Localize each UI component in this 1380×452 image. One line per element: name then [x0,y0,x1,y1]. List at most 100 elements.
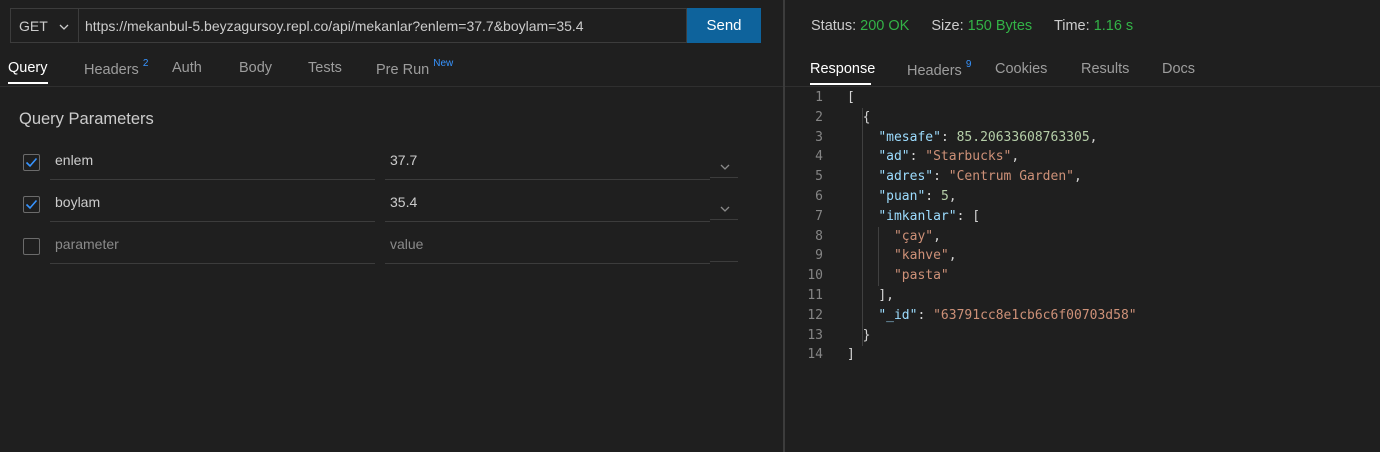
check-icon [25,157,38,168]
code-text: } [862,327,871,343]
active-tab-indicator [810,83,871,85]
tab-label: Headers [907,62,962,79]
query-parameters-title: Query Parameters [19,110,154,128]
tab-tests[interactable]: Tests [308,60,342,76]
response-pane: Status: 200 OK Size: 150 Bytes Time: 1.1… [785,0,1380,452]
check-icon [25,199,38,210]
tab-results[interactable]: Results [1081,61,1129,77]
new-param-name-input[interactable]: parameter [50,236,375,264]
line-number: 13 [807,327,823,343]
code-text: [ [847,90,855,105]
code-line: 3 "mesafe": 85.20633608763305, [785,128,1380,148]
tab-label: Docs [1162,61,1196,77]
line-number: 8 [815,228,823,244]
response-status-bar: Status: 200 OK Size: 150 Bytes Time: 1.1… [811,18,1151,34]
param-name-input[interactable]: enlem [50,152,375,180]
param-enabled-checkbox[interactable] [23,154,40,171]
code-text: "adres": "Centrum Garden", [878,169,1082,185]
new-param-row: parameter value [0,234,783,276]
code-text: "imkanlar": [ [878,208,981,224]
headers-count-badge: 2 [142,58,149,69]
request-pane: GET https://mekanbul-5.beyzagursoy.repl.… [0,0,783,452]
line-number: 3 [815,129,823,145]
code-text: ] [847,347,855,363]
time-label: Time: [1053,18,1090,34]
param-value-input[interactable]: 35.4 [385,194,710,222]
param-enabled-checkbox[interactable] [23,238,40,255]
code-text: "puan": 5, [878,188,957,204]
code-line: 7 "imkanlar": [ [785,207,1380,227]
active-tab-indicator [8,82,48,84]
tab-response[interactable]: Response [810,61,875,77]
tab-label: Query [8,60,48,76]
param-value-input[interactable]: 37.7 [385,152,710,180]
param-extra-cell [710,234,738,262]
request-tabs: Query Headers 2 Auth Body Tests Pre Run … [0,56,783,86]
response-tabs: Response Headers 9 Cookies Results Docs [785,56,1380,86]
tab-pre-run[interactable]: Pre Run New [376,58,454,78]
tab-label: Body [239,60,273,76]
code-line: 5 "adres": "Centrum Garden", [785,167,1380,187]
code-text: "pasta" [893,268,949,284]
tab-docs[interactable]: Docs [1162,61,1195,77]
url-bar: GET https://mekanbul-5.beyzagursoy.repl.… [10,8,761,43]
thunder-client-window: GET https://mekanbul-5.beyzagursoy.repl.… [0,0,1380,452]
code-line: 12 "_id": "63791cc8e1cb6c6f00703d58" [785,306,1380,326]
line-number: 2 [815,109,823,125]
chevron-down-icon [719,196,731,220]
tab-auth[interactable]: Auth [172,60,202,76]
code-text: "çay", [893,228,941,244]
line-number: 6 [815,188,823,204]
line-number: 10 [807,268,823,284]
divider [785,86,1380,87]
line-number: 1 [815,90,823,105]
code-line: 4 "ad": "Starbucks", [785,147,1380,167]
code-text: "_id": "63791cc8e1cb6c6f00703d58" [878,307,1137,323]
tab-label: Auth [172,60,202,76]
param-row: enlem 37.7 [0,150,783,192]
line-number: 9 [815,248,823,264]
tab-label: Tests [308,60,342,76]
tab-body[interactable]: Body [239,60,272,76]
param-row: boylam 35.4 [0,192,783,234]
code-line: 8 "çay", [785,227,1380,247]
line-number: 4 [815,149,823,165]
method-select[interactable]: GET [10,8,78,43]
tab-response-headers[interactable]: Headers 9 [907,59,972,79]
chevron-down-icon [58,20,70,36]
new-badge: New [433,58,454,69]
code-line: 11 ], [785,286,1380,306]
response-body-editor[interactable]: 1[2 {3 "mesafe": 85.20633608763305, 4 "ad… [785,88,1380,365]
code-line: 13 } [785,326,1380,346]
new-param-value-input[interactable]: value [385,236,710,264]
line-number: 12 [807,307,823,323]
tab-label: Headers [84,61,139,78]
line-number: 5 [815,169,823,185]
size-label: Size: [931,18,964,34]
code-text: "mesafe": 85.20633608763305, [878,129,1098,145]
param-options-dropdown[interactable] [710,192,738,220]
code-text: { [862,109,871,125]
headers-count-badge: 9 [965,59,972,70]
time-value: 1.16 s [1093,18,1134,34]
param-options-dropdown[interactable] [710,150,738,178]
tab-label: Pre Run [376,61,430,78]
tab-cookies[interactable]: Cookies [995,61,1047,77]
line-number: 14 [807,347,823,363]
tab-headers[interactable]: Headers 2 [84,58,149,78]
tab-label: Results [1081,61,1130,77]
code-line: 9 "kahve", [785,246,1380,266]
code-line: 10 "pasta" [785,266,1380,286]
tab-query[interactable]: Query [8,60,48,76]
size-value: 150 Bytes [967,18,1033,34]
url-input[interactable]: https://mekanbul-5.beyzagursoy.repl.co/a… [78,8,687,43]
code-text: "kahve", [893,248,957,264]
chevron-down-icon [719,154,731,178]
param-name-input[interactable]: boylam [50,194,375,222]
status-label: Status: [811,18,857,34]
send-button[interactable]: Send [687,8,761,43]
code-line: 14] [785,345,1380,365]
code-text: "ad": "Starbucks", [878,149,1020,165]
method-label: GET [19,17,48,34]
param-enabled-checkbox[interactable] [23,196,40,213]
